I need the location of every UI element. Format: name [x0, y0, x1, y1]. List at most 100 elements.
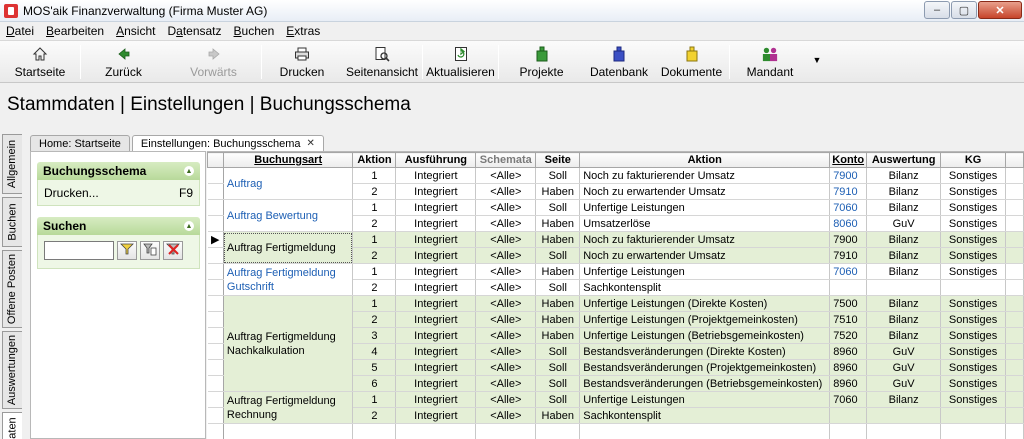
- kg-cell[interactable]: Sonstiges: [940, 247, 1007, 264]
- ausfuehrung-cell[interactable]: Integriert: [395, 407, 477, 424]
- empty-cell[interactable]: [223, 423, 354, 439]
- seite-cell[interactable]: Soll: [535, 247, 581, 264]
- collapse-icon[interactable]: ▲: [184, 166, 194, 176]
- seite-cell[interactable]: Soll: [535, 279, 581, 296]
- buchungsart-cell[interactable]: Auftrag Fertigmeldung Nachkalkulation: [223, 295, 354, 392]
- ausfuehrung-cell[interactable]: Integriert: [395, 279, 477, 296]
- kg-cell[interactable]: [940, 407, 1007, 424]
- kg-cell[interactable]: Sonstiges: [940, 263, 1007, 280]
- aktion-nr-cell[interactable]: 2: [352, 407, 397, 424]
- seite-cell[interactable]: Haben: [535, 231, 581, 248]
- menu-datensatz[interactable]: Datensatz: [161, 24, 227, 38]
- ausfuehrung-cell[interactable]: Integriert: [395, 167, 477, 184]
- auswertung-cell[interactable]: [866, 279, 942, 296]
- aktion-nr-cell[interactable]: 1: [352, 231, 397, 248]
- aktion-cell[interactable]: Noch zu erwartender Umsatz: [579, 183, 831, 200]
- konto-cell[interactable]: 8960: [829, 343, 868, 360]
- header-buchungsart[interactable]: Buchungsart: [222, 152, 354, 168]
- ausfuehrung-cell[interactable]: Integriert: [395, 215, 477, 232]
- empty-cell[interactable]: [352, 423, 397, 439]
- empty-cell[interactable]: [1005, 423, 1024, 439]
- konto-cell[interactable]: 7060: [829, 391, 868, 408]
- schemata-cell[interactable]: <Alle>: [475, 199, 537, 216]
- auswertung-cell[interactable]: GuV: [866, 215, 942, 232]
- side-tab-daten[interactable]: Daten: [2, 412, 22, 439]
- schemata-cell[interactable]: <Alle>: [475, 263, 537, 280]
- page-preview-button[interactable]: Seitenansicht: [342, 41, 422, 83]
- buchungsart-cell[interactable]: Auftrag Bewertung: [223, 199, 354, 232]
- seite-cell[interactable]: Haben: [535, 263, 581, 280]
- aktion-nr-cell[interactable]: 2: [352, 183, 397, 200]
- schemata-cell[interactable]: <Alle>: [475, 215, 537, 232]
- seite-cell[interactable]: Soll: [535, 391, 581, 408]
- side-tab-allgemein[interactable]: Allgemein: [2, 134, 22, 194]
- auswertung-cell[interactable]: Bilanz: [866, 247, 942, 264]
- back-button[interactable]: Zurück: [81, 41, 166, 83]
- konto-cell[interactable]: 7060: [829, 263, 868, 280]
- row-indicator[interactable]: [207, 407, 224, 424]
- auswertung-cell[interactable]: GuV: [866, 375, 942, 392]
- buchungsart-cell[interactable]: Auftrag Fertigmeldung: [223, 231, 354, 264]
- auswertung-cell[interactable]: Bilanz: [866, 391, 942, 408]
- row-indicator[interactable]: [207, 247, 224, 264]
- ausfuehrung-cell[interactable]: Integriert: [395, 327, 477, 344]
- ausfuehrung-cell[interactable]: Integriert: [395, 183, 477, 200]
- schemata-cell[interactable]: <Alle>: [475, 279, 537, 296]
- aktion-nr-cell[interactable]: 4: [352, 343, 397, 360]
- kg-cell[interactable]: Sonstiges: [940, 327, 1007, 344]
- aktion-cell[interactable]: Unfertige Leistungen: [579, 391, 831, 408]
- maximize-button[interactable]: ▢: [951, 1, 977, 19]
- menu-buchen[interactable]: Buchen: [228, 24, 281, 38]
- ausfuehrung-cell[interactable]: Integriert: [395, 295, 477, 312]
- auswertung-cell[interactable]: Bilanz: [866, 295, 942, 312]
- empty-cell[interactable]: [535, 423, 581, 439]
- projekte-button[interactable]: Projekte: [499, 41, 584, 83]
- close-tab-icon[interactable]: ✕: [307, 138, 315, 149]
- aktion-nr-cell[interactable]: 3: [352, 327, 397, 344]
- empty-cell[interactable]: [579, 423, 831, 439]
- konto-cell[interactable]: 8960: [829, 375, 868, 392]
- kg-cell[interactable]: [940, 279, 1007, 296]
- mandant-button[interactable]: Mandant: [730, 41, 810, 83]
- auswertung-cell[interactable]: Bilanz: [866, 199, 942, 216]
- buchungsart-cell[interactable]: Auftrag: [223, 167, 354, 200]
- aktion-nr-cell[interactable]: 5: [352, 359, 397, 376]
- kg-cell[interactable]: Sonstiges: [940, 311, 1007, 328]
- aktion-cell[interactable]: Unfertige Leistungen: [579, 199, 831, 216]
- auswertung-cell[interactable]: GuV: [866, 359, 942, 376]
- aktion-cell[interactable]: Noch zu erwartender Umsatz: [579, 247, 831, 264]
- row-indicator[interactable]: [207, 183, 224, 200]
- minimize-button[interactable]: –: [924, 1, 950, 19]
- row-indicator[interactable]: [207, 295, 224, 312]
- ausfuehrung-cell[interactable]: Integriert: [395, 359, 477, 376]
- header-auswertung[interactable]: Auswertung: [866, 152, 942, 168]
- row-indicator[interactable]: ▶: [207, 231, 224, 248]
- konto-cell[interactable]: 8960: [829, 359, 868, 376]
- schemata-cell[interactable]: <Alle>: [475, 311, 537, 328]
- menu-extras[interactable]: Extras: [280, 24, 326, 38]
- schemata-cell[interactable]: <Alle>: [475, 231, 537, 248]
- empty-cell[interactable]: [940, 423, 1007, 439]
- table-row[interactable]: Auftrag Fertigmeldung Rechnung 1 Integrier…: [207, 391, 1024, 424]
- ausfuehrung-cell[interactable]: Integriert: [395, 391, 477, 408]
- row-indicator[interactable]: [207, 375, 224, 392]
- table-row[interactable]: Auftrag 1 Integriert <Alle> Soll Noch zu fakt…: [207, 167, 1024, 200]
- table-row[interactable]: ▶ Auftrag Fertigmeldung 1 Integriert <Alle> H…: [207, 231, 1024, 264]
- aktion-nr-cell[interactable]: 1: [352, 167, 397, 184]
- tab-buchungsschema[interactable]: Einstellungen: Buchungsschema ✕: [131, 135, 324, 151]
- seite-cell[interactable]: Haben: [535, 407, 581, 424]
- auswertung-cell[interactable]: Bilanz: [866, 167, 942, 184]
- auswertung-cell[interactable]: GuV: [866, 343, 942, 360]
- auswertung-cell[interactable]: Bilanz: [866, 183, 942, 200]
- empty-cell[interactable]: [829, 423, 868, 439]
- konto-cell[interactable]: 7910: [829, 183, 868, 200]
- schemata-cell[interactable]: <Alle>: [475, 343, 537, 360]
- schemata-cell[interactable]: <Alle>: [475, 375, 537, 392]
- konto-cell[interactable]: [829, 407, 868, 424]
- side-tab-auswertungen[interactable]: Auswertungen: [2, 331, 22, 409]
- menu-ansicht[interactable]: Ansicht: [110, 24, 161, 38]
- konto-cell[interactable]: 7900: [829, 231, 868, 248]
- row-indicator[interactable]: [207, 311, 224, 328]
- buchungsschema-section-header[interactable]: Buchungsschema ▲: [37, 162, 200, 180]
- schemata-cell[interactable]: <Alle>: [475, 359, 537, 376]
